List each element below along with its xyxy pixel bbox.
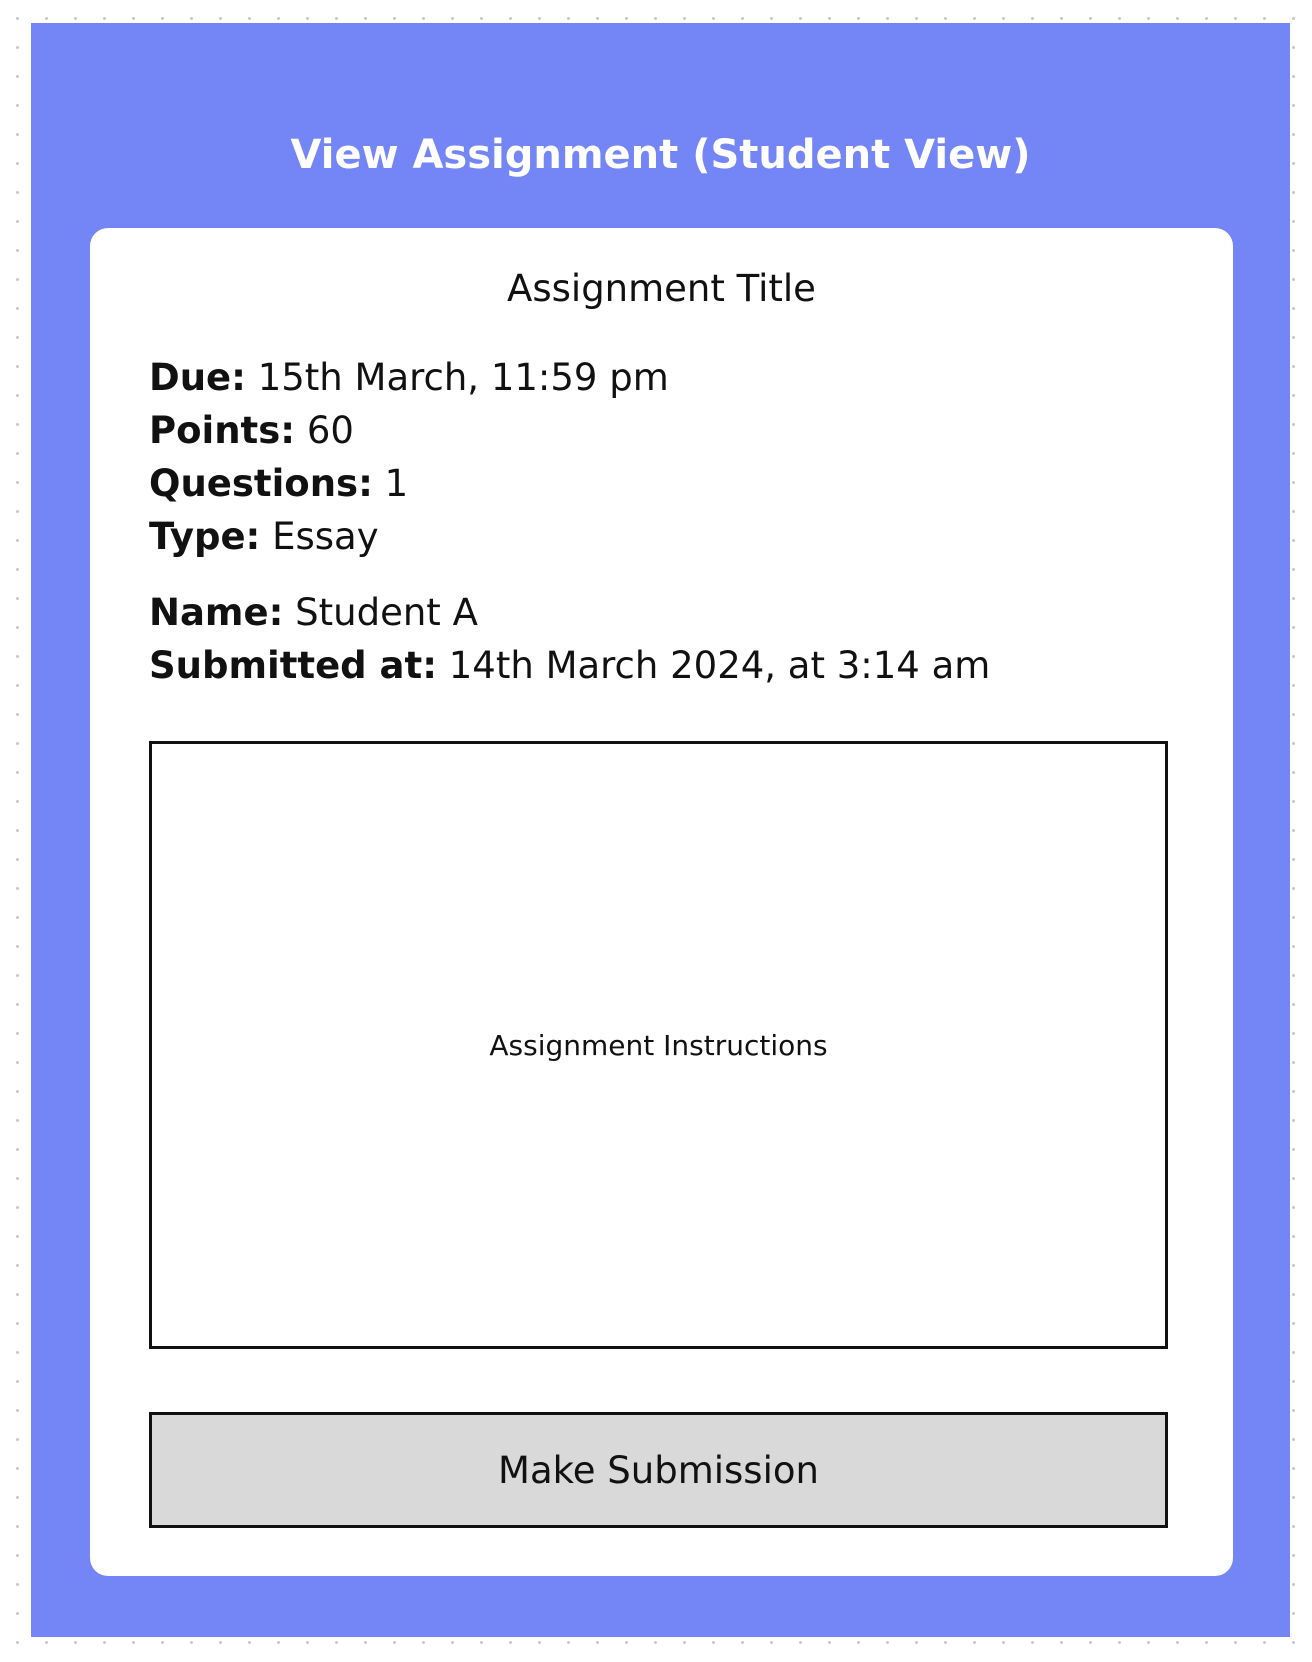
points-row: Points: 60 [149, 404, 669, 457]
student-name-row: Name: Student A [149, 586, 990, 639]
page-frame: View Assignment (Student View) Assignmen… [31, 23, 1290, 1637]
type-row: Type: Essay [149, 510, 669, 563]
page-title: View Assignment (Student View) [290, 132, 1031, 178]
instructions-panel: Assignment Instructions [149, 741, 1168, 1349]
due-value: 15th March, 11:59 pm [257, 356, 669, 399]
questions-value: 1 [384, 462, 409, 505]
submitted-at-label: Submitted at: [149, 644, 437, 687]
assignment-details: Due: 15th March, 11:59 pm Points: 60 Que… [149, 351, 669, 563]
student-name-value: Student A [295, 591, 478, 634]
questions-row: Questions: 1 [149, 457, 669, 510]
due-row: Due: 15th March, 11:59 pm [149, 351, 669, 404]
points-value: 60 [306, 409, 354, 452]
type-label: Type: [149, 515, 261, 558]
assignment-title: Assignment Title [507, 267, 816, 310]
type-value: Essay [272, 515, 379, 558]
submission-details: Name: Student A Submitted at: 14th March… [149, 586, 990, 692]
student-name-label: Name: [149, 591, 284, 634]
instructions-text: Assignment Instructions [489, 1028, 828, 1062]
assignment-card: Assignment Title Due: 15th March, 11:59 … [90, 228, 1233, 1576]
due-label: Due: [149, 356, 246, 399]
points-label: Points: [149, 409, 296, 452]
submitted-at-row: Submitted at: 14th March 2024, at 3:14 a… [149, 639, 990, 692]
make-submission-button[interactable]: Make Submission [149, 1412, 1168, 1528]
questions-label: Questions: [149, 462, 373, 505]
submitted-at-value: 14th March 2024, at 3:14 am [448, 644, 991, 687]
